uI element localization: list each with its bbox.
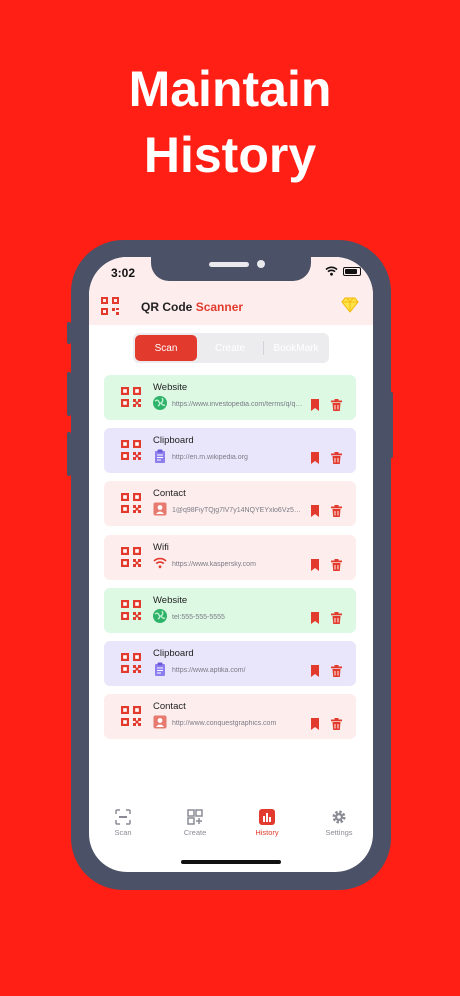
globe-icon	[153, 608, 167, 623]
clipboard-icon	[155, 662, 165, 676]
tab-create-label: Create	[183, 828, 207, 837]
history-item-title: Clipboard	[153, 435, 194, 447]
headline: Maintain History	[0, 56, 460, 188]
battery-icon	[343, 267, 361, 276]
qr-logo-icon	[101, 297, 119, 315]
headline-line-2: History	[143, 127, 317, 183]
history-item-title: Clipboard	[153, 648, 194, 659]
segmented-control: Scan Create BookMark	[133, 333, 329, 363]
history-item-title: Website	[153, 594, 188, 606]
phone-volume-up	[67, 372, 71, 416]
wifi-status-icon	[325, 266, 338, 276]
tab-scan-label: Scan	[114, 828, 132, 837]
premium-diamond-icon[interactable]	[341, 297, 359, 313]
bookmark-icon[interactable]	[310, 399, 320, 411]
trash-icon[interactable]	[331, 665, 342, 677]
history-item-title: Wifi	[153, 541, 169, 553]
history-item[interactable]: Website tel:555-555-5555	[104, 587, 356, 633]
phone-screen: 3:02 QR Code Scanner Scan Create BookMar…	[89, 257, 373, 872]
qr-code-icon	[121, 546, 141, 567]
tab-bar: Scan Create History Settings	[89, 797, 373, 857]
tab-scan[interactable]: Scan	[93, 809, 153, 837]
history-item[interactable]: Contact 1@q98FiyTQjg7lV7y14NQYEYxlo6Vz5aY…	[104, 481, 356, 527]
history-item-content: tel:555-555-5555	[172, 613, 225, 621]
tab-settings[interactable]: Settings	[309, 809, 369, 837]
history-item[interactable]: Clipboard http://en.m.wikipedia.org	[104, 428, 356, 474]
notch	[151, 257, 311, 281]
history-item-title: Contact	[153, 701, 186, 713]
bookmark-icon[interactable]	[310, 558, 320, 571]
history-item-content: https://www.investopedia.com/terms/q/qui…	[172, 401, 304, 408]
phone-volume-down	[67, 432, 71, 476]
create-qr-icon	[187, 809, 203, 825]
qr-code-icon	[121, 440, 141, 461]
trash-icon[interactable]	[331, 718, 342, 731]
phone-mute-switch	[67, 322, 71, 344]
contact-icon	[153, 715, 167, 729]
wifi-icon	[153, 557, 167, 568]
history-item-content: 1@q98FiyTQjg7lV7y14NQYEYxlo6Vz5aYDzVRs	[172, 507, 304, 515]
trash-icon[interactable]	[331, 558, 342, 571]
trash-icon[interactable]	[331, 611, 342, 624]
trash-icon[interactable]	[331, 399, 342, 411]
bookmark-icon[interactable]	[310, 505, 320, 518]
app-title: QR Code Scanner	[141, 300, 243, 314]
tab-create[interactable]: Create	[165, 809, 225, 837]
scan-icon	[115, 809, 131, 825]
history-item[interactable]: Website https://www.investopedia.com/term…	[104, 375, 356, 420]
segment-bookmark[interactable]: BookMark	[265, 335, 327, 361]
qr-code-icon	[121, 387, 141, 407]
bookmark-icon[interactable]	[310, 665, 320, 677]
bookmark-icon[interactable]	[310, 611, 320, 624]
trash-icon[interactable]	[331, 505, 342, 518]
phone-power-button	[389, 392, 393, 458]
qr-code-icon	[121, 653, 141, 673]
history-item-title: Website	[153, 382, 188, 393]
history-chart-icon	[259, 809, 275, 825]
history-item-content: http://www.conquestgraphics.com	[172, 720, 277, 728]
globe-icon	[153, 396, 167, 410]
home-indicator	[181, 860, 281, 864]
history-item-content: http://en.m.wikipedia.org	[172, 454, 248, 462]
speaker	[209, 262, 249, 267]
segment-scan[interactable]: Scan	[135, 335, 197, 361]
front-camera	[257, 260, 265, 268]
status-time: 3:02	[111, 266, 136, 280]
headline-line-1: Maintain	[128, 61, 332, 117]
bookmark-icon[interactable]	[310, 718, 320, 731]
qr-code-icon	[121, 599, 141, 620]
history-item-title: Contact	[153, 488, 186, 500]
trash-icon[interactable]	[331, 452, 342, 465]
qr-code-icon	[121, 706, 141, 727]
tab-history[interactable]: History	[237, 809, 297, 837]
app-title-main: QR Code	[141, 300, 193, 314]
bookmark-icon[interactable]	[310, 452, 320, 465]
app-title-accent: Scanner	[195, 300, 244, 314]
history-item[interactable]: Clipboard https://www.aptika.com/	[104, 641, 356, 686]
history-item[interactable]: Wifi https://www.kaspersky.com	[104, 534, 356, 580]
history-item-content: https://www.aptika.com/	[172, 667, 246, 674]
tab-history-label: History	[255, 828, 279, 837]
gear-icon	[332, 810, 346, 824]
tab-settings-label: Settings	[325, 828, 353, 837]
contact-icon	[153, 502, 167, 516]
qr-code-icon	[121, 493, 141, 514]
history-item[interactable]: Contact http://www.conquestgraphics.com	[104, 694, 356, 740]
clipboard-icon	[155, 449, 165, 464]
history-item-content: https://www.kaspersky.com	[172, 560, 256, 568]
segment-create[interactable]: Create	[199, 335, 261, 361]
segment-divider	[263, 341, 264, 355]
